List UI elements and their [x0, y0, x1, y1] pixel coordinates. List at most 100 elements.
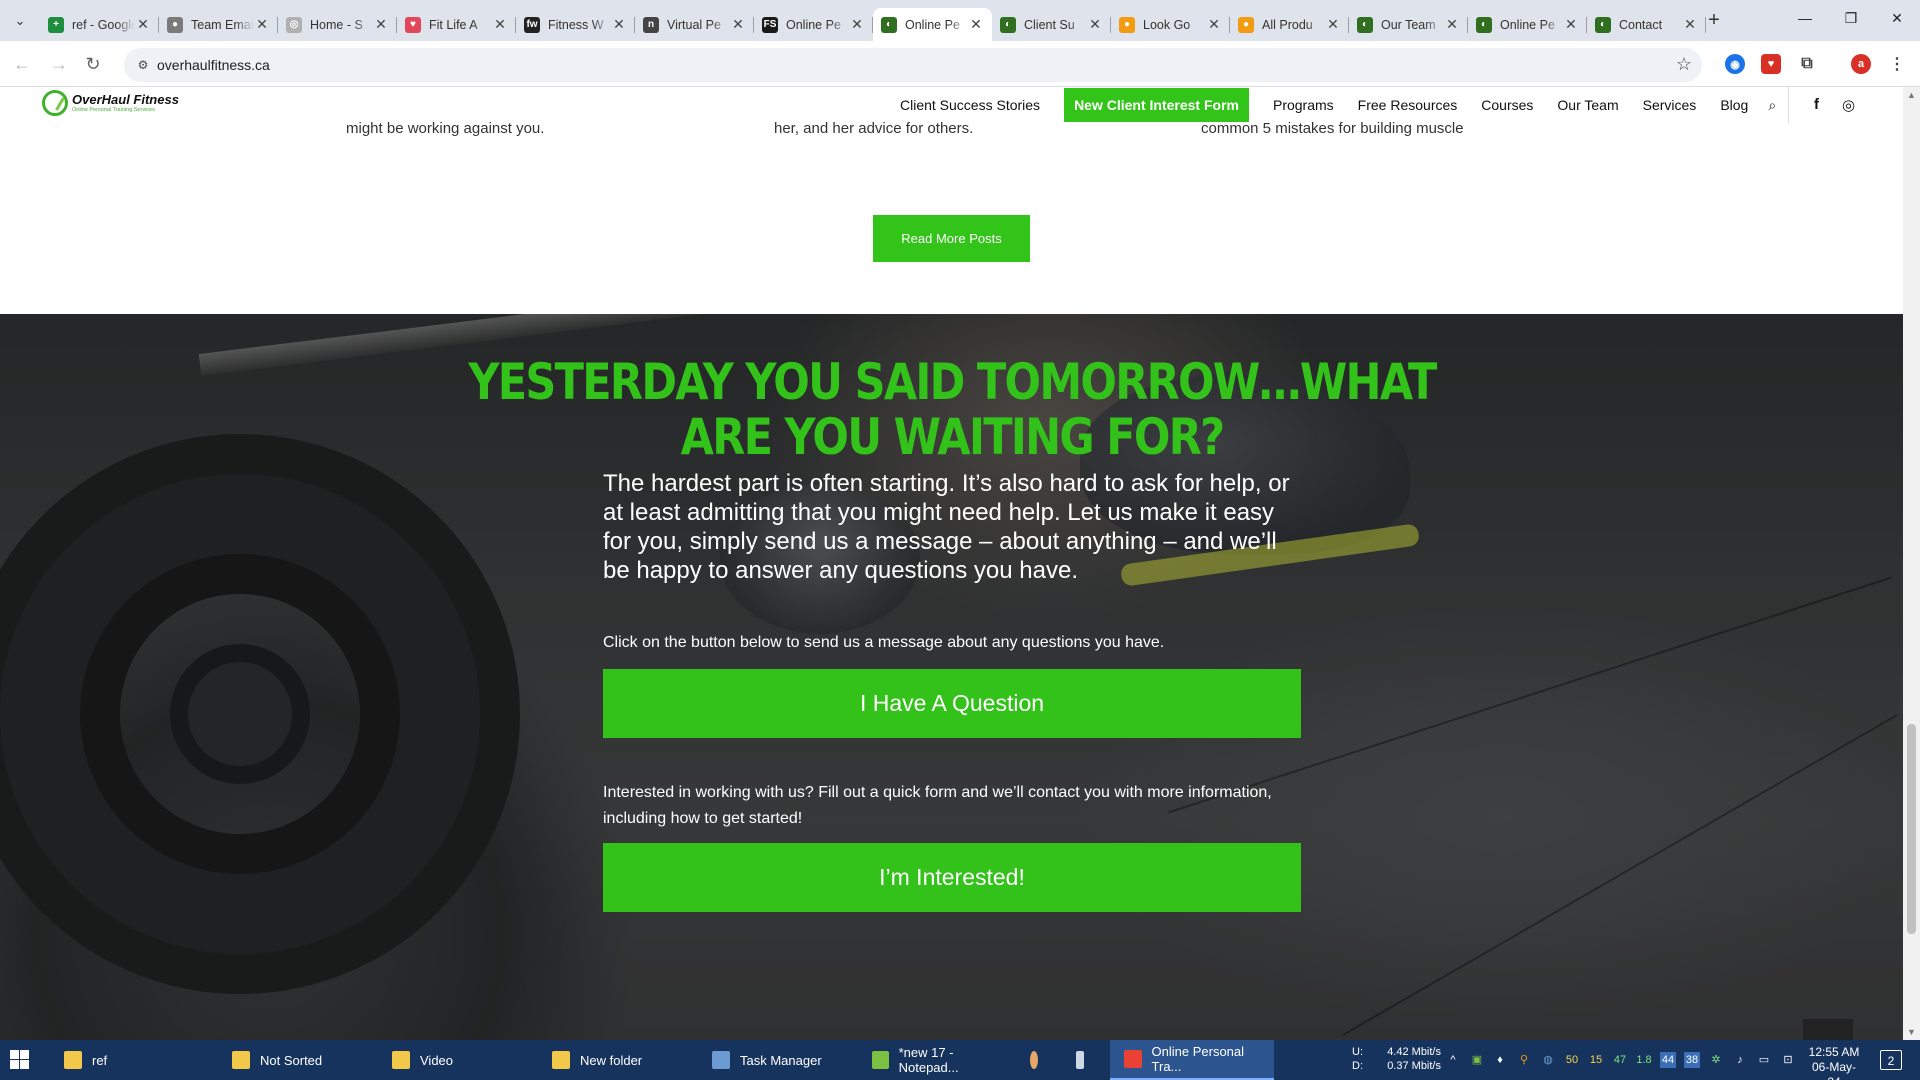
- clock[interactable]: 12:55 AM 06-May-24: [1806, 1045, 1862, 1080]
- tray-stat-2: 15: [1589, 1054, 1603, 1066]
- i-have-a-question-button[interactable]: I Have A Question: [603, 669, 1301, 738]
- tab-search-chevron-icon[interactable]: ⌄: [8, 9, 32, 33]
- read-more-posts-button[interactable]: Read More Posts: [873, 215, 1030, 262]
- taskbar-app-icon[interactable]: [1076, 1040, 1094, 1080]
- browser-tab[interactable]: FS Online Pe ✕: [754, 8, 873, 41]
- scrollbar-thumb[interactable]: [1907, 724, 1916, 934]
- browser-tab[interactable]: ♥ Fit Life A ✕: [397, 8, 516, 41]
- facebook-icon[interactable]: f: [1814, 96, 1819, 113]
- tab-title: Online Pe: [786, 17, 841, 32]
- notifications-icon[interactable]: 2: [1880, 1050, 1902, 1070]
- network-icon[interactable]: ⊡: [1780, 1052, 1796, 1068]
- browser-tab[interactable]: ● Look Go ✕: [1111, 8, 1230, 41]
- close-window-button[interactable]: ✕: [1874, 0, 1920, 36]
- scroll-down-arrow-icon[interactable]: ▼: [1907, 1027, 1916, 1037]
- nav-courses[interactable]: Courses: [1481, 97, 1533, 113]
- forward-button[interactable]: →: [46, 51, 72, 77]
- tab-favicon-icon: +: [48, 16, 64, 33]
- tray-app-icon[interactable]: ▣: [1469, 1052, 1485, 1068]
- scroll-to-top-button[interactable]: ︿: [1803, 1019, 1853, 1040]
- taskbar-item[interactable]: Task Manager: [698, 1040, 848, 1080]
- taskbar-app-icon[interactable]: [1030, 1040, 1048, 1080]
- tray-shield-icon[interactable]: ♦: [1492, 1052, 1508, 1068]
- browser-tab[interactable]: ◐ Client Su ✕: [992, 8, 1111, 41]
- tray-badge-1[interactable]: 44: [1660, 1052, 1676, 1068]
- tray-leaf-icon[interactable]: ✲: [1708, 1052, 1724, 1068]
- cta-hero-section: Yesterday you said tomorrow…What are you…: [0, 314, 1903, 1040]
- browser-tab[interactable]: ● All Produ ✕: [1230, 8, 1349, 41]
- nav-programs[interactable]: Programs: [1273, 97, 1334, 113]
- reload-button[interactable]: ↻: [80, 51, 106, 77]
- browser-tab[interactable]: n Virtual Pe ✕: [635, 8, 754, 41]
- windows-start-icon[interactable]: [10, 1050, 30, 1070]
- tab-favicon-icon: ◐: [1357, 16, 1373, 33]
- search-icon[interactable]: ⌕: [1768, 97, 1776, 114]
- tab-close-icon[interactable]: ✕: [968, 16, 984, 33]
- browser-menu-icon[interactable]: ⋮: [1887, 54, 1907, 74]
- tab-favicon-icon: fw: [524, 16, 540, 33]
- url-text[interactable]: overhaulfitness.ca: [157, 57, 270, 73]
- taskbar-item[interactable]: *new 17 - Notepad...: [858, 1040, 1008, 1080]
- tray-badge-2[interactable]: 38: [1684, 1052, 1700, 1068]
- tray-search-icon[interactable]: ⚲: [1516, 1052, 1532, 1068]
- tab-close-icon[interactable]: ✕: [373, 16, 389, 33]
- instagram-icon[interactable]: ◎: [1842, 96, 1855, 114]
- browser-tab[interactable]: ◐ Our Team ✕: [1349, 8, 1468, 41]
- nav-new-client-interest-form[interactable]: New Client Interest Form: [1064, 88, 1249, 122]
- site-info-icon[interactable]: ⚙: [134, 56, 152, 74]
- taskbar-item[interactable]: New folder: [538, 1040, 688, 1080]
- tab-close-icon[interactable]: ✕: [1444, 16, 1460, 33]
- nav-free-resources[interactable]: Free Resources: [1358, 97, 1458, 113]
- taskbar-item[interactable]: Not Sorted: [218, 1040, 368, 1080]
- browser-tab[interactable]: fw Fitness W ✕: [516, 8, 635, 41]
- battery-icon[interactable]: ▭: [1756, 1052, 1772, 1068]
- new-tab-button[interactable]: +: [1701, 8, 1727, 34]
- profile-avatar[interactable]: a: [1851, 54, 1871, 74]
- tab-close-icon[interactable]: ✕: [849, 16, 865, 33]
- browser-toolbar: ← → ↻ ⚙ overhaulfitness.ca ☆ ◉ ♥ ⧉ a ⋮: [0, 41, 1920, 87]
- taskbar-item[interactable]: ref: [50, 1040, 200, 1080]
- hero-heading: Yesterday you said tomorrow…What are you…: [468, 353, 1437, 466]
- tab-close-icon[interactable]: ✕: [1325, 16, 1341, 33]
- browser-tab[interactable]: + ref - Google Sheets✕: [40, 8, 159, 41]
- tray-expand-icon[interactable]: ^: [1445, 1052, 1461, 1068]
- browser-tab[interactable]: ◐ Online Pe ✕: [873, 8, 992, 41]
- tab-close-icon[interactable]: ✕: [1563, 16, 1579, 33]
- taskbar-item[interactable]: Video: [378, 1040, 528, 1080]
- nav-blog[interactable]: Blog: [1720, 97, 1748, 113]
- tab-close-icon[interactable]: ✕: [1682, 16, 1698, 33]
- tab-favicon-icon: ♥: [405, 16, 421, 33]
- nav-client-success-stories[interactable]: Client Success Stories: [900, 97, 1040, 113]
- browser-tab[interactable]: ◎ Home - S ✕: [278, 8, 397, 41]
- im-interested-button[interactable]: I’m Interested!: [603, 843, 1301, 912]
- nav-our-team[interactable]: Our Team: [1557, 97, 1618, 113]
- tab-close-icon[interactable]: ✕: [730, 16, 746, 33]
- tab-close-icon[interactable]: ✕: [492, 16, 508, 33]
- tab-close-icon[interactable]: ✕: [1087, 16, 1103, 33]
- restore-button[interactable]: ❐: [1828, 0, 1874, 36]
- net-down-speed: 0.37 Mbit/s: [1387, 1060, 1441, 1072]
- extension-icon[interactable]: ◉: [1725, 54, 1745, 74]
- extensions-puzzle-icon[interactable]: ⧉: [1797, 54, 1817, 74]
- tab-close-icon[interactable]: ✕: [1206, 16, 1222, 33]
- minimize-button[interactable]: —: [1782, 0, 1828, 36]
- tab-close-icon[interactable]: ✕: [611, 16, 627, 33]
- tab-favicon-icon: ◐: [1000, 16, 1016, 33]
- address-bar[interactable]: ⚙ overhaulfitness.ca ☆: [124, 48, 1702, 82]
- nav-divider: [1788, 87, 1789, 123]
- site-logo[interactable]: OverHaul Fitness Online Personal Trainin…: [42, 90, 179, 116]
- taskbar-item[interactable]: Online Personal Tra...: [1110, 1040, 1274, 1080]
- browser-tab[interactable]: ◐ Online Pe ✕: [1468, 8, 1587, 41]
- volume-icon[interactable]: ♪: [1732, 1052, 1748, 1068]
- browser-tab[interactable]: ◐ Contact ✕: [1587, 8, 1706, 41]
- scroll-up-arrow-icon[interactable]: ▲: [1907, 90, 1916, 100]
- back-button[interactable]: ←: [9, 51, 35, 77]
- bookmark-star-icon[interactable]: ☆: [1676, 54, 1692, 75]
- tray-globe-icon[interactable]: ◍: [1540, 1052, 1556, 1068]
- extension-shield-icon[interactable]: ♥: [1761, 54, 1781, 74]
- tab-close-icon[interactable]: ✕: [254, 16, 270, 33]
- browser-tab[interactable]: ● Team Email ✕: [159, 8, 278, 41]
- tab-close-icon[interactable]: ✕: [135, 16, 151, 33]
- nav-services[interactable]: Services: [1643, 97, 1697, 113]
- page-scrollbar[interactable]: ▲ ▼: [1903, 87, 1920, 1040]
